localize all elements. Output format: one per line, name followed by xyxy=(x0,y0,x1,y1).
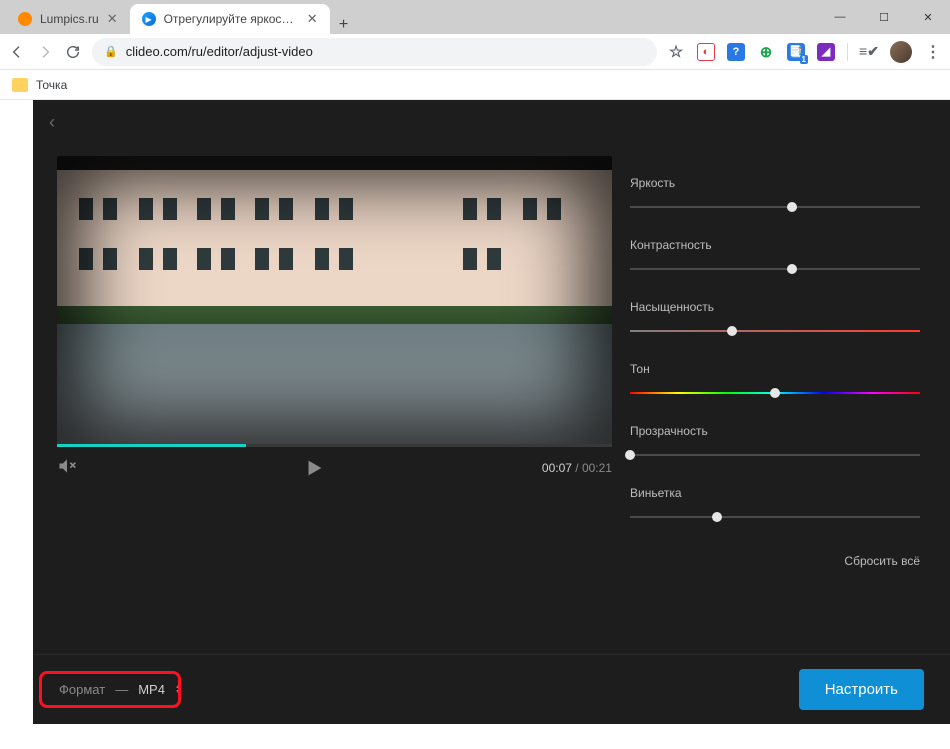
control-label: Прозрачность xyxy=(630,424,920,438)
player-controls: 00:07 / 00:21 xyxy=(57,447,612,489)
vignette-control: Виньетка xyxy=(630,486,920,524)
app1-icon[interactable]: 📑1 xyxy=(787,43,805,61)
format-label: Формат xyxy=(59,682,105,697)
close-icon[interactable]: ✕ xyxy=(107,11,118,27)
url-text: clideo.com/ru/editor/adjust-video xyxy=(126,44,313,59)
brightness-slider[interactable] xyxy=(630,200,920,214)
vignette-slider[interactable] xyxy=(630,510,920,524)
folder-icon xyxy=(12,78,28,92)
progress-fill xyxy=(57,444,246,447)
menu-icon[interactable]: ⋮ xyxy=(924,43,942,61)
time-display: 00:07 / 00:21 xyxy=(542,461,612,475)
app-footer: Формат — MP4 ▲▼ Настроить xyxy=(33,654,950,724)
opacity-slider[interactable] xyxy=(630,448,920,462)
tab-label: Lumpics.ru xyxy=(40,12,99,26)
browser-tab-lumpics[interactable]: Lumpics.ru ✕ xyxy=(6,4,130,34)
video-preview[interactable] xyxy=(57,156,612,444)
duration: 00:21 xyxy=(582,461,612,475)
profile-avatar[interactable] xyxy=(890,41,912,63)
star-icon[interactable]: ☆ xyxy=(667,43,685,61)
app-body: 00:07 / 00:21 Яркость Контрастность Насы… xyxy=(33,144,950,654)
window-controls: — ☐ ✕ xyxy=(818,0,950,34)
back-chevron-icon[interactable]: ‹ xyxy=(49,112,55,133)
control-label: Виньетка xyxy=(630,486,920,500)
hue-slider[interactable] xyxy=(630,386,920,400)
window-titlebar: Lumpics.ru ✕ ▶ Отрегулируйте яркость, ко… xyxy=(0,0,950,34)
back-button[interactable] xyxy=(8,43,26,61)
globe-icon[interactable]: ⊕ xyxy=(757,43,775,61)
bookmarks-bar: Точка xyxy=(0,70,950,100)
maximize-button[interactable]: ☐ xyxy=(862,0,906,34)
new-tab-button[interactable]: + xyxy=(330,16,358,34)
browser-tab-clideo[interactable]: ▶ Отрегулируйте яркость, контра ✕ xyxy=(130,4,330,34)
play-button[interactable] xyxy=(303,457,325,479)
saturation-slider[interactable] xyxy=(630,324,920,338)
current-time: 00:07 xyxy=(542,461,572,475)
bookmark-item[interactable]: Точка xyxy=(36,78,67,92)
adjust-controls: Яркость Контрастность Насыщенность Тон П… xyxy=(630,144,950,654)
tab-label: Отрегулируйте яркость, контра xyxy=(164,12,299,26)
mute-icon[interactable] xyxy=(57,456,87,481)
adblock-icon[interactable]: ◐ xyxy=(697,43,715,61)
url-field[interactable]: 🔒 clideo.com/ru/editor/adjust-video xyxy=(92,38,657,66)
control-label: Яркость xyxy=(630,176,920,190)
control-label: Насыщенность xyxy=(630,300,920,314)
extension-icons: ☆ ◐ ? ⊕ 📑1 ◢ ≡✔ ⋮ xyxy=(667,41,942,63)
reset-all-link[interactable]: Сбросить всё xyxy=(630,554,920,568)
reload-button[interactable] xyxy=(64,43,82,61)
chevron-updown-icon: ▲▼ xyxy=(175,684,184,695)
progress-bar[interactable] xyxy=(57,444,612,447)
control-label: Контрастность xyxy=(630,238,920,252)
format-sep: — xyxy=(115,682,128,697)
saturation-control: Насыщенность xyxy=(630,300,920,338)
contrast-slider[interactable] xyxy=(630,262,920,276)
reading-list-icon[interactable]: ≡✔ xyxy=(860,43,878,61)
opacity-control: Прозрачность xyxy=(630,424,920,462)
minimize-button[interactable]: — xyxy=(818,0,862,34)
divider xyxy=(847,43,848,61)
address-bar: 🔒 clideo.com/ru/editor/adjust-video ☆ ◐ … xyxy=(0,34,950,70)
format-selector[interactable]: Формат — MP4 ▲▼ xyxy=(59,682,184,697)
close-icon[interactable]: ✕ xyxy=(307,11,318,27)
control-label: Тон xyxy=(630,362,920,376)
preview-column: 00:07 / 00:21 xyxy=(33,144,630,654)
contrast-control: Контрастность xyxy=(630,238,920,276)
brightness-control: Яркость xyxy=(630,176,920,214)
close-window-button[interactable]: ✕ xyxy=(906,0,950,34)
favicon-icon: ▶ xyxy=(142,12,156,26)
hue-control: Тон xyxy=(630,362,920,400)
help-icon[interactable]: ? xyxy=(727,43,745,61)
editor-app: ‹ xyxy=(33,100,950,724)
app-header: ‹ xyxy=(33,100,950,144)
format-value: MP4 xyxy=(138,682,165,697)
lock-icon: 🔒 xyxy=(104,45,118,58)
app2-icon[interactable]: ◢ xyxy=(817,43,835,61)
favicon-icon xyxy=(18,12,32,26)
apply-button[interactable]: Настроить xyxy=(799,669,924,710)
forward-button xyxy=(36,43,54,61)
tab-strip: Lumpics.ru ✕ ▶ Отрегулируйте яркость, ко… xyxy=(0,0,358,34)
